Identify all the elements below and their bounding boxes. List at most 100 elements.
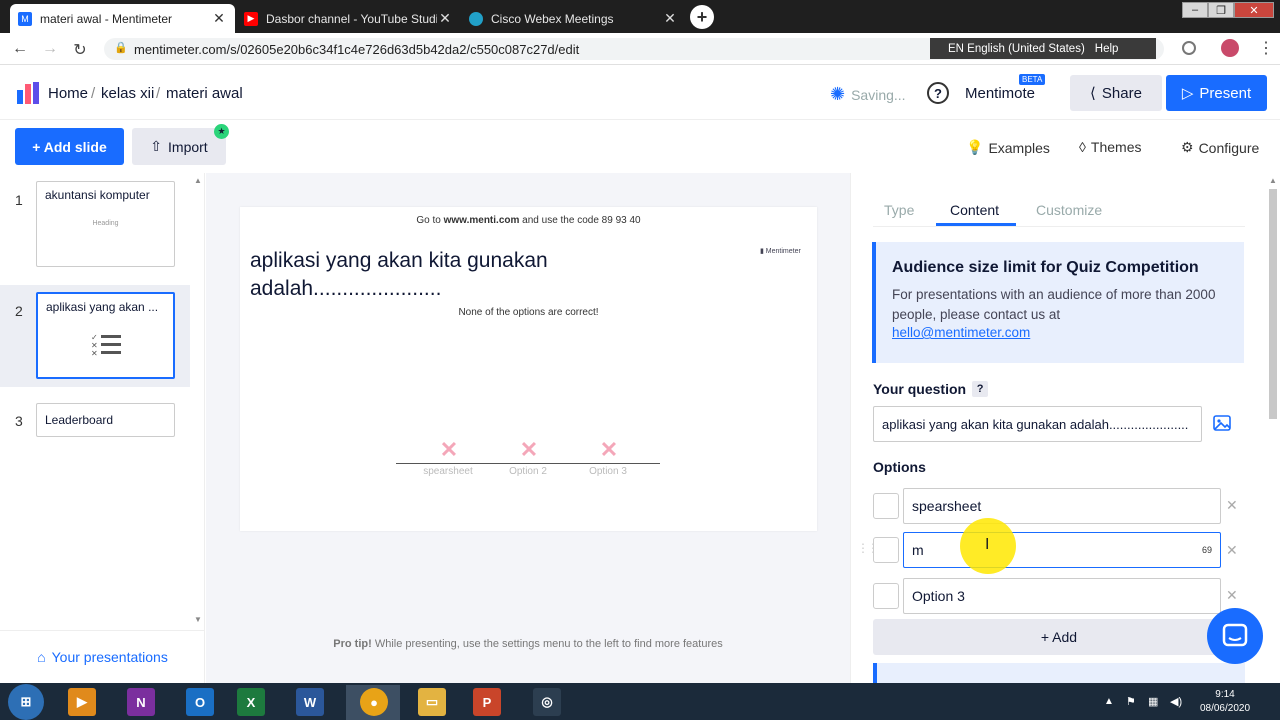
mentimeter-small-logo: ▮ Mentimeter xyxy=(760,248,801,255)
themes-button[interactable]: ◊ Themes xyxy=(1079,139,1142,155)
question-help-icon[interactable]: ? xyxy=(972,381,989,397)
help-icon[interactable]: ? xyxy=(927,82,949,104)
browser-tab-youtube[interactable]: ▶ Dasbor channel - YouTube Studio ✕ xyxy=(236,4,461,33)
file-explorer-icon[interactable]: ▭ xyxy=(418,688,446,716)
your-presentations-link[interactable]: ⌂ Your presentations xyxy=(0,630,205,683)
configure-button[interactable]: ⚙ Configure xyxy=(1181,139,1259,156)
option-input[interactable]: spearsheet xyxy=(903,488,1221,524)
extension-icon[interactable] xyxy=(1182,41,1196,55)
option-input[interactable]: Option 3 xyxy=(903,578,1221,614)
present-label: Present xyxy=(1199,84,1252,102)
slide-title: akuntansi komputer xyxy=(45,188,150,202)
close-icon[interactable]: ✕ xyxy=(211,10,227,27)
tab-title: materi awal - Mentimeter xyxy=(40,11,173,26)
browser-tab-mentimeter[interactable]: M materi awal - Mentimeter ✕ xyxy=(10,4,235,33)
option-input-focused[interactable]: m xyxy=(903,532,1221,568)
share-label: Share xyxy=(1101,84,1142,102)
tray-arrow-icon[interactable]: ▲ xyxy=(1104,696,1114,707)
breadcrumb-separator: / xyxy=(91,85,96,102)
mentimote-link[interactable]: Mentimote xyxy=(965,85,1035,102)
scrollbar-thumb[interactable] xyxy=(1269,189,1277,419)
breadcrumb-current: materi awal xyxy=(166,85,243,102)
clock-date: 08/06/2020 xyxy=(1199,703,1251,714)
outlook-icon[interactable]: O xyxy=(186,688,214,716)
slide-thumbnail-2[interactable]: aplikasi yang akan ... ✓ ✕ ✕ xyxy=(36,292,175,379)
help-label[interactable]: Help xyxy=(1095,43,1119,55)
question-label: Your question ? xyxy=(873,381,989,397)
present-button[interactable]: ▷ Present xyxy=(1166,75,1267,111)
examples-button[interactable]: 💡 Examples xyxy=(966,139,1050,156)
network-icon[interactable]: ▦ xyxy=(1148,695,1158,708)
import-button[interactable]: ⇧ Import xyxy=(132,128,226,165)
flag-icon[interactable]: ⚑ xyxy=(1126,695,1136,708)
option-mark: ✕ xyxy=(519,437,539,462)
chat-icon xyxy=(1222,623,1248,647)
slide-number: 1 xyxy=(15,192,23,208)
slide-preview[interactable]: Go to www.menti.com and use the code 89 … xyxy=(240,207,817,531)
powerpoint-icon[interactable]: P xyxy=(473,688,501,716)
onenote-icon[interactable]: N xyxy=(127,688,155,716)
browser-tab-webex[interactable]: Cisco Webex Meetings ✕ xyxy=(461,4,686,33)
correct-answer-checkbox[interactable] xyxy=(873,537,899,563)
tab-customize[interactable]: Customize xyxy=(1036,202,1102,218)
chat-support-button[interactable] xyxy=(1207,608,1263,664)
tab-content[interactable]: Content xyxy=(950,202,999,218)
profile-avatar[interactable] xyxy=(1221,39,1239,57)
add-slide-button[interactable]: + Add slide xyxy=(15,128,124,165)
volume-icon[interactable]: ◀) xyxy=(1170,695,1182,708)
reload-icon[interactable]: ↻ xyxy=(70,40,90,60)
question-input[interactable]: aplikasi yang akan kita gunakan adalah..… xyxy=(873,406,1202,442)
close-icon[interactable]: ✕ xyxy=(662,10,678,27)
pro-tip: Pro tip! While presenting, use the setti… xyxy=(333,638,723,650)
remove-option-icon[interactable]: ✕ xyxy=(1226,587,1238,604)
breadcrumb-folder[interactable]: kelas xii xyxy=(101,85,154,102)
slide-thumbnail-3[interactable]: Leaderboard xyxy=(36,403,175,437)
back-icon[interactable]: ← xyxy=(10,40,30,58)
new-tab-button[interactable]: + xyxy=(690,5,714,29)
menu-icon[interactable]: ⋮ xyxy=(1258,38,1274,58)
lock-icon: 🔒 xyxy=(114,42,128,54)
language-bar[interactable]: EN English (United States) Help xyxy=(930,38,1156,59)
option-mark: ✕ xyxy=(599,437,619,462)
chart-axis xyxy=(396,463,660,464)
correct-answer-checkbox[interactable] xyxy=(873,493,899,519)
svg-text:✕: ✕ xyxy=(91,349,98,358)
share-icon: ⟨ xyxy=(1090,85,1096,102)
home-icon: ⌂ xyxy=(37,649,46,665)
contact-email-link[interactable]: hello@mentimeter.com xyxy=(892,325,1228,340)
image-icon[interactable] xyxy=(1212,413,1232,433)
webex-icon xyxy=(469,11,483,26)
add-option-button[interactable]: + Add xyxy=(873,619,1245,655)
chrome-icon[interactable]: ● xyxy=(360,688,388,716)
remove-option-icon[interactable]: ✕ xyxy=(1226,497,1238,514)
mentimeter-logo[interactable] xyxy=(17,82,39,104)
excel-icon[interactable]: X xyxy=(237,688,265,716)
window-close-icon[interactable]: ✕ xyxy=(1234,2,1274,18)
start-button-icon[interactable]: ⊞ xyxy=(8,684,44,720)
minimize-icon[interactable]: – xyxy=(1182,2,1208,18)
clock-time: 9:14 xyxy=(1215,689,1235,700)
join-instructions: Go to www.menti.com and use the code 89 … xyxy=(416,215,641,226)
share-button[interactable]: ⟨ Share xyxy=(1070,75,1162,111)
slide-list-scrollbar[interactable]: ▲ ▼ xyxy=(191,176,205,626)
close-icon[interactable]: ✕ xyxy=(437,10,453,27)
edit-panel-scrollbar[interactable]: ▲ xyxy=(1266,176,1280,676)
media-player-icon[interactable]: ▶ xyxy=(68,688,96,716)
remove-option-icon[interactable]: ✕ xyxy=(1226,542,1238,559)
maximize-icon[interactable]: ❐ xyxy=(1208,2,1234,18)
option-mark: ✕ xyxy=(439,437,459,462)
forward-icon[interactable]: → xyxy=(40,40,60,58)
slide-sub: Heading xyxy=(92,220,119,227)
slide-number: 3 xyxy=(15,413,23,429)
youtube-icon: ▶ xyxy=(244,11,258,26)
configure-label: Configure xyxy=(1198,139,1260,156)
slide-thumbnail-1[interactable]: akuntansi komputer Heading xyxy=(36,181,175,267)
tab-type[interactable]: Type xyxy=(884,202,914,218)
quiz-list-icon: ✓ ✕ ✕ xyxy=(91,333,121,358)
breadcrumb-home[interactable]: Home xyxy=(48,85,88,102)
system-clock[interactable]: 9:14 08/06/2020 xyxy=(1195,688,1255,716)
correct-answer-checkbox[interactable] xyxy=(873,583,899,609)
word-icon[interactable]: W xyxy=(296,688,324,716)
slide-title: aplikasi yang akan ... xyxy=(46,300,159,314)
app-icon[interactable]: ◎ xyxy=(533,688,561,716)
